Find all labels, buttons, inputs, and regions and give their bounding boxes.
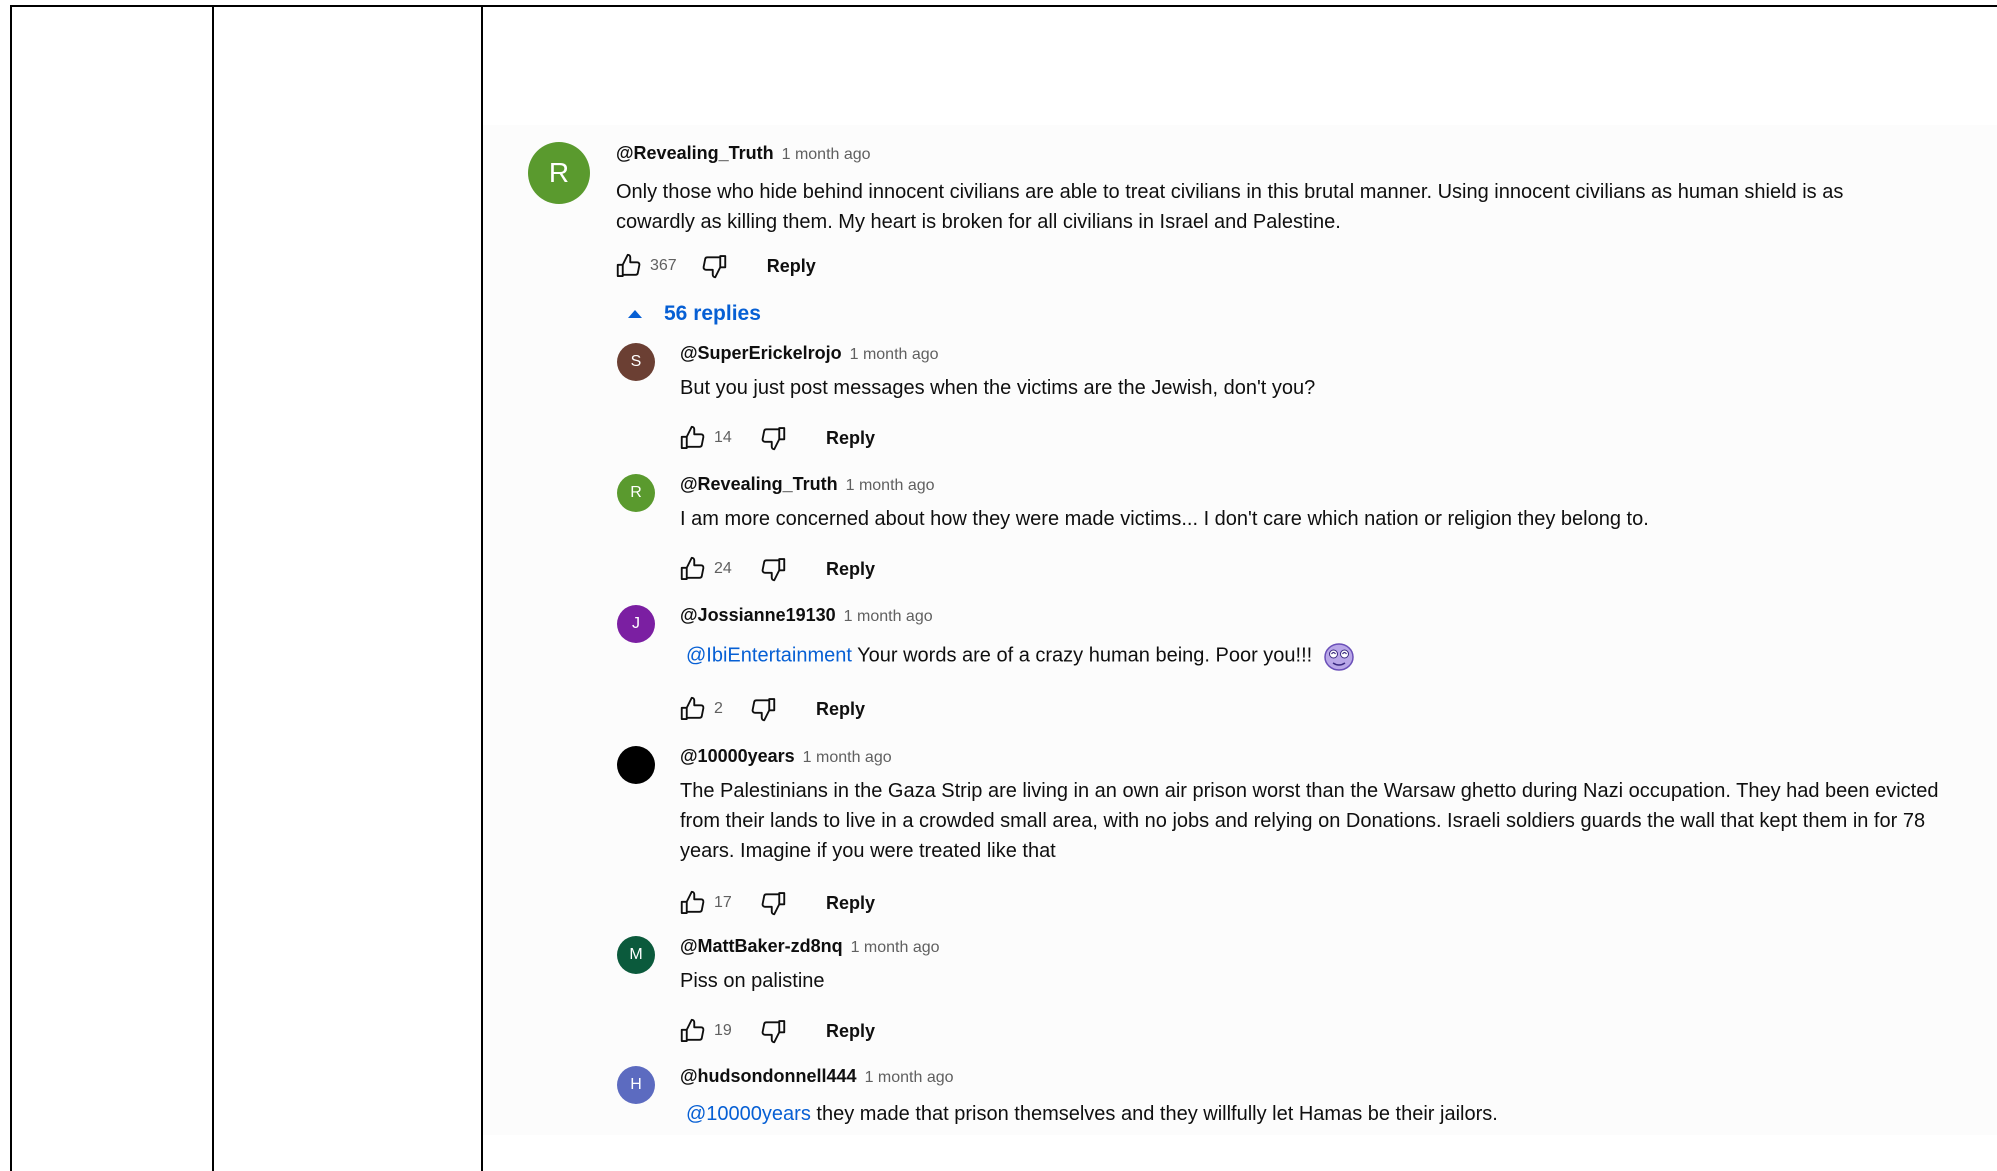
table-column-divider-1 xyxy=(212,5,214,1171)
mention-link[interactable]: @10000years xyxy=(686,1103,811,1125)
reply-time[interactable]: 1 month ago xyxy=(803,749,892,766)
reply-button[interactable]: Reply xyxy=(767,256,816,277)
reply-author-line: @Jossianne19130 1 month ago xyxy=(680,605,933,626)
reply-author-line: @Revealing_Truth 1 month ago xyxy=(680,474,935,495)
reply-author[interactable]: @MattBaker-zd8nq xyxy=(680,936,843,956)
comment-author-line: @Revealing_Truth 1 month ago xyxy=(616,143,871,164)
reply-time[interactable]: 1 month ago xyxy=(865,1069,954,1086)
thumbs-up-icon[interactable] xyxy=(614,251,644,281)
reply-button[interactable]: Reply xyxy=(826,428,875,449)
reply-author[interactable]: @SuperErickelrojo xyxy=(680,343,842,363)
reply-button[interactable]: Reply xyxy=(826,893,875,914)
avatar-letter: J xyxy=(632,615,640,632)
comments-screenshot: R @Revealing_Truth 1 month ago Only those… xyxy=(483,125,1997,1135)
reply-text-line: @10000years they made that prison themse… xyxy=(686,1099,1966,1129)
avatar-letter: H xyxy=(630,1076,642,1093)
avatar-letter: R xyxy=(630,484,642,501)
comment-actions: 367 Reply xyxy=(614,249,816,283)
reply-author-line: @SuperErickelrojo 1 month ago xyxy=(680,343,939,364)
reply-text: I am more concerned about how they were … xyxy=(680,508,1649,530)
like-count: 24 xyxy=(714,560,732,577)
avatar[interactable]: R xyxy=(528,142,590,204)
replies-count-label: 56 replies xyxy=(664,302,761,325)
reply-actions: 17 Reply xyxy=(678,886,875,920)
reply-actions: 24 Reply xyxy=(678,552,875,586)
comment-author[interactable]: @Revealing_Truth xyxy=(616,143,774,163)
reply-button[interactable]: Reply xyxy=(826,1021,875,1042)
reply-author[interactable]: @hudsondonnell444 xyxy=(680,1066,857,1086)
reply-author[interactable]: @Jossianne19130 xyxy=(680,605,836,625)
like-count: 367 xyxy=(650,257,677,274)
avatar[interactable]: M xyxy=(617,936,655,974)
reply-author-line: @MattBaker-zd8nq 1 month ago xyxy=(680,936,940,957)
comment-time[interactable]: 1 month ago xyxy=(782,146,871,163)
like-count: 17 xyxy=(714,894,732,911)
thumbs-up-icon[interactable] xyxy=(678,554,708,584)
table-border-left xyxy=(10,5,12,1171)
reply-text: Piss on palistine xyxy=(680,970,825,992)
thumbs-up-icon[interactable] xyxy=(678,694,708,724)
reply-text: The Palestinians in the Gaza Strip are l… xyxy=(680,780,1939,862)
reply-button[interactable]: Reply xyxy=(816,699,865,720)
reply-time[interactable]: 1 month ago xyxy=(846,477,935,494)
reply-text: Your words are of a crazy human being. P… xyxy=(857,644,1313,667)
avatar[interactable]: J xyxy=(617,605,655,643)
thumbs-down-icon[interactable] xyxy=(758,423,788,453)
caret-up-icon xyxy=(628,310,642,318)
reply-text: they made that prison themselves and the… xyxy=(816,1103,1498,1125)
reply-time[interactable]: 1 month ago xyxy=(850,346,939,363)
reply-actions: 2 Reply xyxy=(678,692,865,726)
thumbs-up-icon[interactable] xyxy=(678,423,708,453)
mention-link[interactable]: @IbiEntertainment xyxy=(686,644,852,666)
table-border-top xyxy=(10,5,1997,7)
dizzy-face-emoji-icon xyxy=(1324,643,1354,671)
thumbs-up-icon[interactable] xyxy=(678,1016,708,1046)
avatar-letter: R xyxy=(548,157,570,188)
avatar-letter: M xyxy=(629,946,643,963)
avatar[interactable]: H xyxy=(617,1066,655,1104)
reply-button[interactable]: Reply xyxy=(826,559,875,580)
thumbs-down-icon[interactable] xyxy=(748,694,778,724)
avatar-letter: S xyxy=(630,353,642,370)
reply-author-line: @10000years 1 month ago xyxy=(680,746,892,767)
avatar[interactable]: S xyxy=(617,343,655,381)
thumbs-up-icon[interactable] xyxy=(678,888,708,918)
like-count: 14 xyxy=(714,429,732,446)
thumbs-down-icon[interactable] xyxy=(758,554,788,584)
thumbs-down-icon[interactable] xyxy=(758,888,788,918)
reply-actions: 14 Reply xyxy=(678,421,875,455)
reply-actions: 19 Reply xyxy=(678,1014,875,1048)
reply-text-line: @IbiEntertainment Your words are of a cr… xyxy=(686,639,1966,673)
avatar[interactable] xyxy=(617,746,655,784)
reply-author-line: @hudsondonnell444 1 month ago xyxy=(680,1066,954,1087)
replies-toggle-button[interactable]: 56 replies xyxy=(628,302,761,326)
thumbs-down-icon[interactable] xyxy=(758,1016,788,1046)
reply-text: But you just post messages when the vict… xyxy=(680,377,1316,399)
reply-author[interactable]: @10000years xyxy=(680,746,795,766)
reply-time[interactable]: 1 month ago xyxy=(844,608,933,625)
thumbs-down-icon[interactable] xyxy=(699,251,729,281)
like-count: 19 xyxy=(714,1022,732,1039)
like-count: 2 xyxy=(714,700,723,717)
reply-time[interactable]: 1 month ago xyxy=(851,939,940,956)
comment-text: Only those who hide behind innocent civi… xyxy=(616,181,1844,233)
reply-author[interactable]: @Revealing_Truth xyxy=(680,474,838,494)
document-page: R @Revealing_Truth 1 month ago Only those… xyxy=(0,0,1997,1171)
avatar[interactable]: R xyxy=(617,474,655,512)
